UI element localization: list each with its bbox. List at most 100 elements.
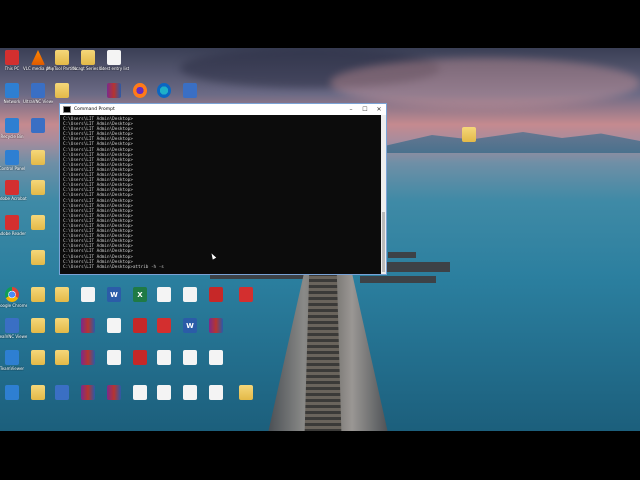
desktop-shortcut[interactable]: Control Panel — [0, 150, 25, 171]
desktop-shortcut[interactable]: MinTool Partition W. — [47, 50, 77, 71]
desktop-shortcut[interactable] — [25, 385, 51, 401]
desktop-shortcut[interactable] — [127, 83, 153, 99]
desktop-shortcut[interactable]: latest entry list — [99, 50, 129, 71]
desktop-shortcut[interactable] — [151, 318, 177, 334]
desktop-shortcut[interactable] — [233, 287, 259, 303]
desktop-shortcut[interactable] — [25, 180, 51, 196]
desktop-shortcut[interactable] — [25, 215, 51, 231]
desktop-shortcut[interactable] — [25, 250, 51, 266]
desktop-shortcut[interactable] — [75, 385, 101, 401]
desktop-shortcut[interactable] — [49, 350, 75, 366]
desktop-shortcut[interactable] — [25, 118, 51, 134]
shortcut-icon — [133, 385, 147, 400]
shortcut-icon — [81, 287, 95, 302]
desktop-shortcut[interactable] — [101, 350, 127, 366]
desktop-shortcut[interactable] — [25, 350, 51, 366]
desktop-shortcut[interactable] — [233, 385, 259, 401]
video-letterbox-top — [0, 0, 640, 48]
shortcut-icon — [157, 287, 171, 302]
desktop-shortcut[interactable]: Recycle Bin — [0, 118, 25, 139]
desktop-shortcut[interactable] — [0, 50, 25, 66]
wallpaper-pier-arm — [360, 276, 436, 283]
desktop-shortcut[interactable]: W — [101, 287, 127, 303]
scrollbar[interactable] — [381, 115, 386, 274]
desktop-shortcut[interactable] — [151, 385, 177, 401]
shortcut-icon: W — [183, 318, 197, 333]
desktop-shortcut[interactable]: W — [177, 318, 203, 334]
desktop-shortcut[interactable]: UltraVNC Viewer — [23, 83, 53, 104]
console-output[interactable]: C:\Users\LIT Admin\Desktop> C:\Users\LIT … — [60, 115, 386, 274]
shortcut-icon — [31, 385, 45, 400]
desktop-shortcut[interactable] — [177, 350, 203, 366]
desktop-shortcut[interactable] — [49, 318, 75, 334]
shortcut-icon — [5, 215, 19, 230]
desktop-shortcut[interactable]: Adobe Reader — [0, 215, 26, 236]
wallpaper-cloud — [330, 58, 640, 108]
desktop-shortcut[interactable]: Google Chrome — [0, 287, 27, 308]
desktop-shortcut[interactable] — [203, 287, 229, 303]
shortcut-icon — [31, 287, 45, 302]
desktop-shortcut[interactable] — [127, 385, 153, 401]
desktop-shortcut[interactable] — [49, 287, 75, 303]
shortcut-icon — [5, 385, 19, 400]
desktop-shortcut[interactable] — [25, 287, 51, 303]
desktop-shortcut[interactable] — [0, 385, 25, 401]
desktop-shortcut[interactable] — [151, 83, 177, 99]
desktop-shortcut[interactable] — [101, 385, 127, 401]
folder-icon — [462, 127, 476, 142]
shortcut-icon — [5, 318, 19, 333]
desktop-shortcut[interactable] — [101, 83, 127, 99]
desktop-shortcut[interactable]: Network — [0, 83, 25, 104]
desktop-shortcut[interactable] — [25, 150, 51, 166]
shortcut-icon — [157, 350, 171, 365]
desktop-shortcut[interactable] — [75, 318, 101, 334]
desktop-shortcut[interactable]: Ncagt Series Configurat — [73, 50, 103, 71]
command-prompt-window[interactable]: Command Prompt – ☐ ✕ C:\Users\LIT Admin\… — [59, 103, 387, 275]
window-titlebar[interactable]: Command Prompt – ☐ ✕ — [60, 104, 386, 115]
shortcut-icon — [81, 350, 95, 365]
desktop-shortcut[interactable] — [177, 287, 203, 303]
shortcut-label: UltraVNC Viewer — [23, 99, 53, 104]
desktop-shortcut[interactable] — [101, 318, 127, 334]
desktop-shortcut[interactable] — [203, 318, 229, 334]
desktop-shortcut[interactable]: Adobe Acrobat — [0, 180, 27, 201]
desktop-shortcut[interactable] — [203, 350, 229, 366]
desktop-folder-icon[interactable] — [456, 127, 482, 142]
desktop-shortcut[interactable] — [75, 287, 101, 303]
shortcut-icon — [55, 50, 69, 65]
shortcut-icon — [31, 350, 45, 365]
desktop-shortcut[interactable] — [127, 350, 153, 366]
desktop-shortcut[interactable]: RealVNC Viewer — [0, 318, 27, 339]
minimize-button[interactable]: – — [344, 106, 358, 113]
shortcut-label: Control Panel — [0, 166, 26, 171]
desktop-shortcut[interactable] — [151, 350, 177, 366]
shortcut-icon — [55, 350, 69, 365]
shortcut-icon — [209, 350, 223, 365]
shortcut-icon — [107, 83, 121, 98]
desktop-shortcut[interactable] — [177, 83, 203, 99]
shortcut-label: This PC — [4, 66, 20, 71]
desktop-shortcut[interactable] — [49, 83, 75, 99]
desktop-shortcut[interactable] — [49, 385, 75, 401]
desktop-shortcut[interactable]: X — [127, 287, 153, 303]
shortcut-icon — [133, 318, 147, 333]
desktop-shortcut[interactable]: TeamViewer — [0, 350, 25, 371]
cmd-icon — [63, 106, 71, 113]
shortcut-icon — [31, 318, 45, 333]
maximize-button[interactable]: ☐ — [358, 106, 372, 113]
scrollbar-thumb[interactable] — [382, 212, 385, 272]
desktop-shortcut[interactable] — [25, 318, 51, 334]
close-button[interactable]: ✕ — [372, 106, 386, 113]
shortcut-icon — [31, 250, 45, 265]
shortcut-icon — [55, 385, 69, 400]
desktop-shortcut[interactable] — [203, 385, 229, 401]
desktop-shortcut[interactable] — [177, 385, 203, 401]
shortcut-icon — [5, 118, 19, 133]
wallpaper-mountain — [380, 132, 640, 153]
shortcut-icon — [31, 150, 45, 165]
desktop-shortcut[interactable] — [127, 318, 153, 334]
shortcut-label: Google Chrome — [0, 303, 27, 308]
shortcut-icon: W — [107, 287, 121, 302]
desktop-shortcut[interactable] — [151, 287, 177, 303]
desktop-shortcut[interactable] — [75, 350, 101, 366]
